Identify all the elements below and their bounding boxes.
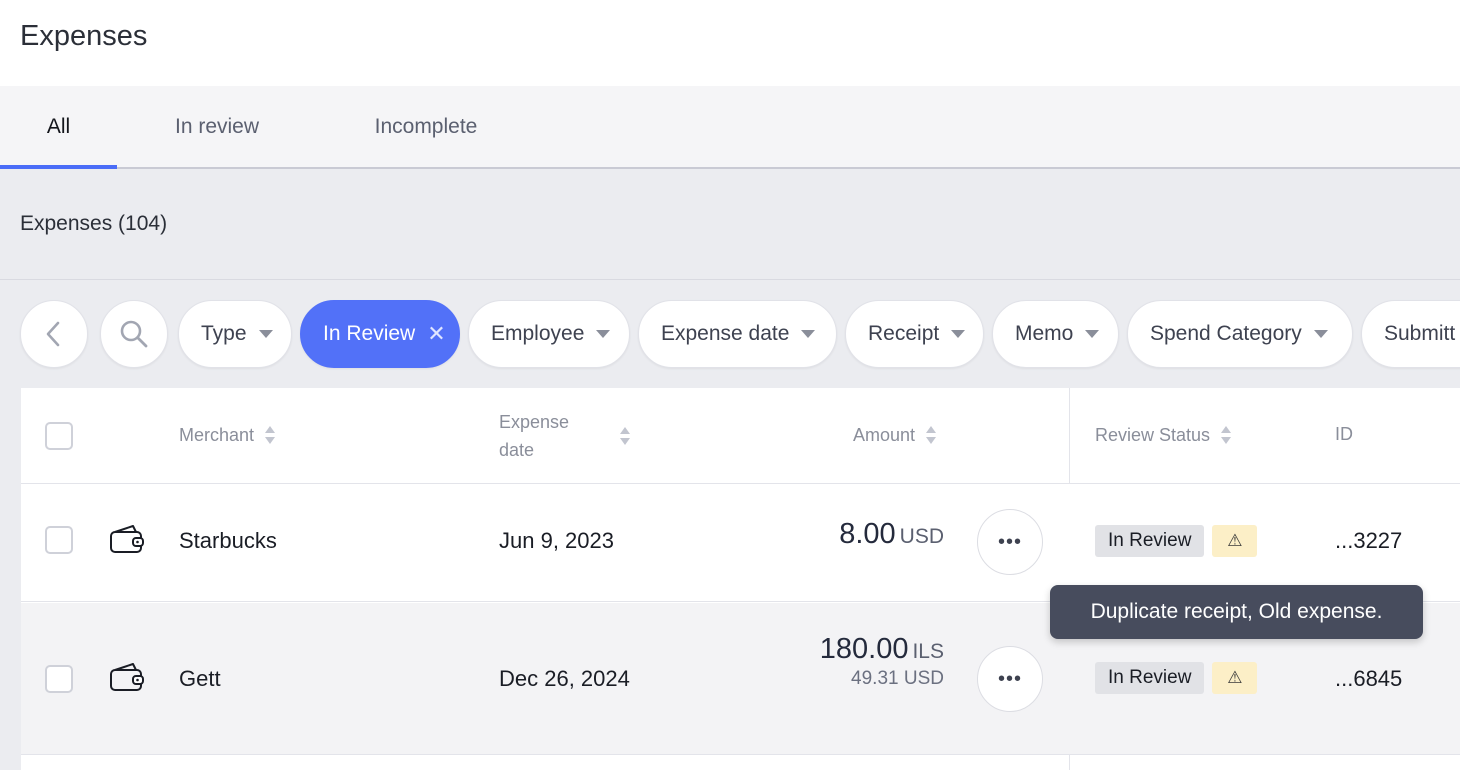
chevron-down-icon	[596, 330, 611, 338]
back-button[interactable]	[20, 300, 88, 368]
tab-bar: All In review Incomplete	[0, 86, 1460, 169]
filter-memo[interactable]: Memo	[992, 300, 1119, 368]
section-divider	[0, 279, 1460, 280]
column-expense-date-line2: date	[499, 440, 535, 460]
filter-submitted[interactable]: Submitt	[1361, 300, 1460, 368]
chevron-down-icon	[1313, 330, 1328, 338]
chevron-down-icon	[258, 330, 273, 338]
filter-in-review[interactable]: In Review ✕	[300, 300, 460, 368]
status-badge: In Review	[1095, 525, 1205, 557]
amount: 180.00 ILS 49.31 USD	[820, 633, 944, 690]
review-status: In Review ⚠	[1095, 662, 1258, 694]
more-options-button[interactable]: •••	[977, 509, 1043, 575]
expenses-count: Expenses (104)	[20, 212, 168, 235]
expense-id: ...6845	[1335, 666, 1403, 691]
converted-amount: 49.31 USD	[851, 668, 944, 689]
merchant-name: Starbucks	[179, 528, 277, 553]
expense-date: Dec 26, 2024	[499, 666, 630, 691]
chevron-down-icon	[1085, 330, 1100, 338]
filter-type-label: Type	[201, 322, 247, 345]
column-review-status-label: Review Status	[1095, 424, 1211, 445]
column-expense-date-label: Expense date	[499, 408, 609, 464]
column-merchant[interactable]: Merchant	[179, 424, 276, 446]
close-icon[interactable]: ✕	[427, 321, 445, 347]
amount-value: 180.00	[819, 633, 909, 665]
amount-currency: ILS	[912, 640, 944, 663]
tab-incomplete[interactable]: Incomplete	[317, 86, 535, 167]
warning-icon[interactable]: ⚠	[1212, 525, 1258, 557]
row-checkbox[interactable]	[45, 526, 73, 554]
table-header: Merchant Expense date Amount Review Stat…	[21, 388, 1460, 484]
warning-icon[interactable]: ⚠	[1212, 662, 1258, 694]
filter-bar: Type In Review ✕ Employee Expense date Re…	[20, 300, 1460, 368]
filter-receipt-label: Receipt	[868, 322, 940, 345]
more-icon: •••	[997, 530, 1022, 553]
tab-in-review[interactable]: In review	[117, 86, 317, 167]
filter-type[interactable]: Type	[178, 300, 292, 368]
amount: 8.00 USD	[839, 518, 944, 551]
expenses-table: Merchant Expense date Amount Review Stat…	[21, 388, 1460, 770]
page-header: Expenses	[0, 0, 1460, 86]
row-checkbox[interactable]	[45, 665, 73, 693]
page-title: Expenses	[20, 20, 148, 52]
more-options-button[interactable]: •••	[977, 646, 1043, 712]
filter-expense-date-label: Expense date	[661, 322, 790, 345]
column-expense-date-line1: Expense	[499, 412, 570, 432]
wallet-icon	[110, 525, 144, 553]
merchant-name: Gett	[179, 666, 221, 691]
filter-employee-label: Employee	[491, 322, 585, 345]
filter-employee[interactable]: Employee	[468, 300, 630, 368]
filter-receipt[interactable]: Receipt	[845, 300, 984, 368]
column-id-label: ID	[1335, 424, 1353, 444]
search-icon	[120, 320, 148, 348]
chevron-down-icon	[801, 330, 816, 338]
sort-icon	[619, 425, 631, 447]
warning-tooltip: Duplicate receipt, Old expense.	[1050, 585, 1423, 639]
tab-all[interactable]: All	[0, 86, 117, 169]
select-all-checkbox[interactable]	[45, 422, 73, 450]
more-icon: •••	[997, 667, 1022, 690]
amount-value: 8.00	[839, 518, 896, 550]
amount-currency: USD	[899, 525, 944, 548]
expense-date: Jun 9, 2023	[499, 528, 614, 553]
chevron-left-icon	[46, 321, 60, 347]
filter-spend-category[interactable]: Spend Category	[1127, 300, 1353, 368]
status-badge: In Review	[1095, 662, 1205, 694]
search-button[interactable]	[100, 300, 168, 368]
filter-spend-category-label: Spend Category	[1150, 322, 1302, 345]
column-merchant-label: Merchant	[179, 424, 255, 445]
filter-in-review-label: In Review	[323, 322, 416, 345]
filter-submitted-label: Submitt	[1384, 322, 1456, 345]
chevron-down-icon	[951, 330, 966, 338]
column-amount[interactable]: Amount	[853, 424, 937, 446]
sort-icon	[925, 424, 937, 446]
review-status: In Review ⚠	[1095, 525, 1258, 557]
column-amount-label: Amount	[853, 424, 916, 445]
column-expense-date[interactable]: Expense date	[499, 408, 669, 464]
sort-icon	[1220, 424, 1232, 446]
column-review-status[interactable]: Review Status	[1095, 424, 1232, 446]
expense-id: ...3227	[1335, 528, 1403, 553]
wallet-icon	[110, 663, 144, 691]
sort-icon	[264, 424, 276, 446]
column-id[interactable]: ID	[1335, 424, 1353, 445]
filter-memo-label: Memo	[1015, 322, 1074, 345]
filter-expense-date[interactable]: Expense date	[638, 300, 837, 368]
